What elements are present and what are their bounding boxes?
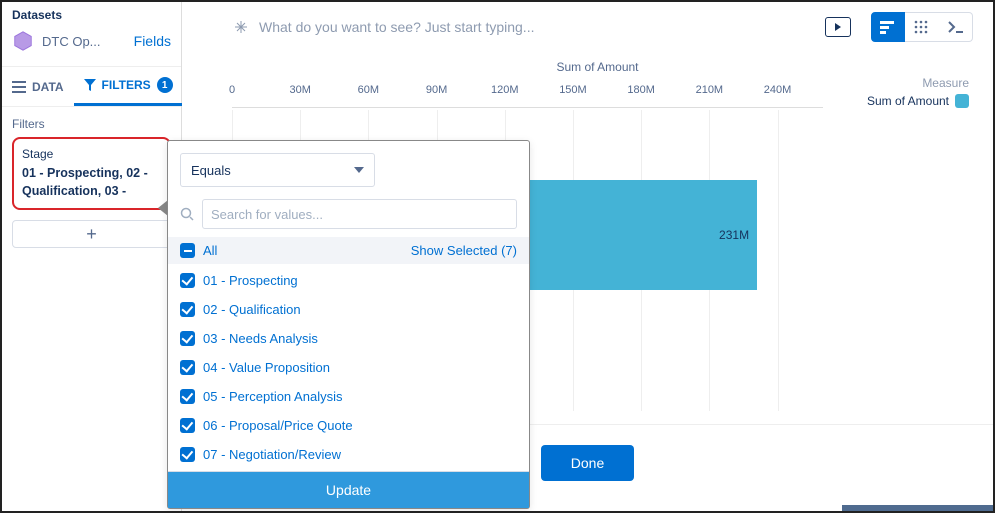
done-button[interactable]: Done (541, 445, 634, 481)
bottom-stub (842, 505, 995, 511)
list-icon (12, 81, 26, 93)
filter-value: 01 - Prospecting, 02 - Qualification, 03… (22, 165, 161, 200)
operator-select[interactable]: Equals (180, 153, 375, 187)
axis-tick: 0 (229, 84, 235, 96)
select-all-row[interactable]: All Show Selected (7) (168, 237, 529, 264)
datasets-label: Datasets (2, 2, 181, 26)
value-label: 04 - Value Proposition (203, 360, 330, 375)
value-item[interactable]: 05 - Perception Analysis (168, 382, 529, 411)
dataset-row[interactable]: DTC Op... Fields (2, 26, 181, 60)
table-mode-button[interactable] (905, 12, 939, 42)
chart-legend: Sum of Amount (867, 94, 969, 108)
value-checkbox[interactable] (180, 331, 195, 346)
search-icon (180, 207, 194, 221)
value-checkbox[interactable] (180, 389, 195, 404)
add-filter-button[interactable]: + (12, 220, 171, 248)
values-search-input[interactable] (202, 199, 517, 229)
value-label: 03 - Needs Analysis (203, 331, 318, 346)
chevron-down-icon (354, 167, 364, 173)
saql-mode-button[interactable] (939, 12, 973, 42)
fields-link[interactable]: Fields (134, 33, 171, 49)
left-tabs: DATA FILTERS 1 (2, 66, 181, 107)
value-item[interactable]: 07 - Negotiation/Review (168, 440, 529, 469)
filter-card-stage[interactable]: Stage 01 - Prospecting, 02 - Qualificati… (12, 137, 171, 210)
update-button[interactable]: Update (168, 471, 529, 508)
value-checkbox[interactable] (180, 360, 195, 375)
value-checkbox[interactable] (180, 273, 195, 288)
value-checkbox[interactable] (180, 302, 195, 317)
filter-field-name: Stage (22, 147, 161, 161)
axis-tick: 30M (289, 84, 310, 96)
tab-filters-label: FILTERS (102, 78, 151, 92)
play-icon (835, 23, 841, 31)
value-label: 06 - Proposal/Price Quote (203, 418, 353, 433)
funnel-icon (84, 79, 96, 91)
chart-title: Sum of Amount (222, 60, 973, 74)
run-button[interactable] (825, 17, 851, 37)
axis-tick: 180M (627, 84, 655, 96)
value-item[interactable]: 06 - Proposal/Price Quote (168, 411, 529, 440)
filters-count-badge: 1 (157, 77, 173, 93)
legend-swatch (955, 94, 969, 108)
select-all-checkbox[interactable] (180, 243, 195, 258)
dataset-name: DTC Op... (42, 34, 101, 49)
operator-label: Equals (191, 163, 231, 178)
axis-tick: 210M (696, 84, 724, 96)
nlq-input[interactable] (259, 19, 804, 35)
chart-mode-button[interactable] (871, 12, 905, 42)
tab-data-label: DATA (32, 80, 64, 94)
axis-tick: 90M (426, 84, 447, 96)
legend-label: Sum of Amount (867, 94, 949, 108)
value-label: 02 - Qualification (203, 302, 301, 317)
axis-tick: 120M (491, 84, 519, 96)
value-item[interactable]: 02 - Qualification (168, 295, 529, 324)
left-panel: Datasets DTC Op... Fields DATA FILTERS 1 (2, 2, 182, 511)
bar-value-label: 231M (719, 228, 749, 242)
prompt-icon (948, 21, 964, 33)
axis-tick: 240M (764, 84, 792, 96)
value-item[interactable]: 03 - Needs Analysis (168, 324, 529, 353)
nlq-search[interactable] (222, 12, 815, 42)
tab-data[interactable]: DATA (2, 67, 74, 106)
dataset-hex-icon (12, 30, 34, 52)
value-label: 01 - Prospecting (203, 273, 298, 288)
show-selected-link[interactable]: Show Selected (7) (411, 243, 517, 258)
sparkle-icon (233, 19, 249, 35)
axis-tick: 60M (358, 84, 379, 96)
tab-filters[interactable]: FILTERS 1 (74, 67, 183, 106)
x-axis: 0 30M 60M 90M 120M 150M 180M 210M 240M (232, 78, 823, 108)
table-icon (914, 20, 930, 34)
view-mode-group (871, 12, 973, 42)
value-checkbox[interactable] (180, 418, 195, 433)
axis-tick: 150M (559, 84, 587, 96)
value-checkbox[interactable] (180, 447, 195, 462)
all-label: All (203, 243, 217, 258)
value-label: 07 - Negotiation/Review (203, 447, 341, 462)
filter-values-popover: Equals All Show Selected (7) 01 - Prospe… (167, 140, 530, 509)
value-label: 05 - Perception Analysis (203, 389, 342, 404)
measure-label: Measure (922, 76, 969, 90)
bar-chart-icon (880, 20, 896, 34)
value-item[interactable]: 04 - Value Proposition (168, 353, 529, 382)
filters-section-label: Filters (2, 107, 181, 137)
value-item[interactable]: 01 - Prospecting (168, 266, 529, 295)
values-list: 01 - Prospecting 02 - Qualification 03 - N… (168, 264, 529, 471)
